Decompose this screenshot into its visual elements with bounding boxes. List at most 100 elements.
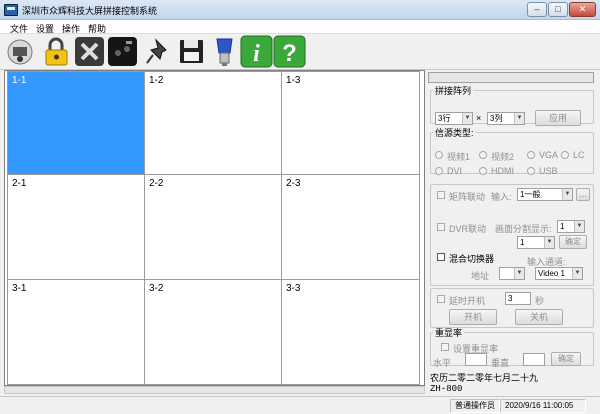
split-display-label: 画面分割显示: — [495, 224, 552, 234]
dvr-confirm-button[interactable]: 确定 — [559, 235, 587, 249]
chevron-down-icon: ▼ — [514, 268, 524, 279]
matrix-link-label: 矩阵联动 — [449, 192, 486, 202]
remote-icon[interactable] — [106, 35, 139, 68]
vertical-input[interactable] — [523, 353, 545, 366]
set-refresh-checkbox[interactable] — [441, 343, 449, 351]
cols-value: 3列 — [490, 114, 503, 123]
toolbar: i ? — [0, 34, 600, 70]
grid-cell-3-1[interactable]: 3-1 — [7, 279, 145, 385]
splice-array-title: 拼接阵列 — [435, 86, 472, 96]
dvr-link-label: DVR联动 — [449, 224, 487, 234]
hybrid-switcher-checkbox[interactable] — [437, 253, 445, 261]
delay-power-checkbox[interactable] — [437, 295, 445, 303]
cols-select[interactable]: 3列 ▼ — [487, 112, 525, 125]
horizontal-label: 水平 — [433, 358, 452, 368]
linkage-group: 矩阵联动 输入: 1一般 ▼ ... DVR联动 画面分割显示: 1 ▼ 1 ▼ 确定… — [430, 184, 594, 286]
cell-label: 1-3 — [286, 75, 301, 86]
dvr-channel-value: 1 — [520, 238, 525, 247]
refresh-rate-group: 重显率 设置重显率 水平 垂直 确定 — [430, 326, 594, 368]
seconds-unit-label: 秒 — [535, 296, 545, 306]
horizontal-scrollbar[interactable] — [4, 386, 425, 394]
matrix-link-checkbox[interactable] — [437, 191, 445, 199]
grid-cell-2-2[interactable]: 2-2 — [144, 174, 282, 280]
grid-cell-2-1[interactable]: 2-1 — [7, 174, 145, 280]
delay-power-group: 延时开机 3 秒 开机 关机 — [430, 288, 594, 328]
connect-icon[interactable] — [4, 35, 37, 68]
title-bar: 深圳市众辉科技大屏拼接控制系统 – □ ✕ — [0, 0, 600, 20]
source-type-group: 信源类型: 视频1 视频2 VGA LC DVI HDMI USB — [430, 126, 594, 176]
power-off-button[interactable]: 关机 — [515, 309, 563, 325]
minimize-button[interactable]: – — [527, 2, 547, 17]
grid-cell-1-1[interactable]: 1-1 — [7, 71, 145, 175]
serial-port-icon[interactable] — [208, 35, 241, 68]
grid-cell-1-2[interactable]: 1-2 — [144, 71, 282, 175]
save-icon[interactable] — [175, 35, 208, 68]
input-label: 输入: — [491, 192, 512, 202]
cell-label: 2-2 — [149, 178, 164, 189]
cell-label: 2-1 — [12, 178, 27, 189]
radio-lc[interactable] — [561, 151, 569, 159]
status-bar: 普通操作员 2020/9/16 11:00:05 — [0, 396, 600, 414]
rows-select[interactable]: 3行 ▼ — [435, 112, 473, 125]
grid-cell-3-2[interactable]: 3-2 — [144, 279, 282, 385]
grid-cell-2-3[interactable]: 2-3 — [281, 174, 420, 280]
dvr-link-checkbox[interactable] — [437, 223, 445, 231]
help-icon[interactable]: ? — [273, 35, 306, 68]
input-channel-select[interactable]: Video 1 ▼ — [535, 267, 583, 280]
tools-icon[interactable] — [73, 35, 106, 68]
status-datetime: 2020/9/16 11:00:05 — [500, 399, 586, 413]
source-vga-label: VGA — [539, 150, 559, 160]
input-value: 1一般 — [520, 190, 541, 199]
app-icon — [4, 4, 18, 16]
cell-label: 2-3 — [286, 178, 301, 189]
refresh-rate-title: 重显率 — [435, 328, 463, 338]
input-channel-value: Video 1 — [538, 269, 565, 278]
cell-label: 1-1 — [12, 75, 27, 86]
radio-hdmi[interactable] — [479, 167, 487, 175]
input-more-button[interactable]: ... — [576, 188, 590, 201]
cell-label: 1-2 — [149, 75, 164, 86]
source-dvi-label: DVI — [447, 166, 463, 176]
chevron-down-icon: ▼ — [544, 237, 554, 248]
delay-seconds-input[interactable]: 3 — [505, 292, 531, 305]
chevron-down-icon: ▼ — [562, 189, 572, 200]
chevron-down-icon: ▼ — [514, 113, 524, 124]
horizontal-input[interactable] — [465, 353, 487, 366]
chevron-down-icon: ▼ — [572, 268, 582, 279]
delay-power-label: 延时开机 — [449, 296, 486, 306]
radio-usb[interactable] — [527, 167, 535, 175]
power-on-button[interactable]: 开机 — [449, 309, 497, 325]
address-label: 地址 — [471, 271, 490, 281]
progress-bar — [428, 72, 594, 83]
split-select[interactable]: 1 ▼ — [557, 220, 585, 233]
svg-text:?: ? — [282, 40, 297, 67]
chevron-down-icon: ▼ — [574, 221, 584, 232]
apply-button[interactable]: 应用 — [535, 110, 581, 126]
input-select[interactable]: 1一般 ▼ — [517, 188, 573, 201]
refresh-confirm-button[interactable]: 确定 — [551, 352, 581, 366]
splice-array-group: 拼接阵列 3行 ▼ × 3列 ▼ 应用 — [430, 84, 594, 126]
info-icon[interactable]: i — [240, 35, 273, 68]
radio-video2[interactable] — [479, 151, 487, 159]
address-select[interactable]: ▼ — [499, 267, 525, 280]
svg-text:i: i — [253, 41, 260, 67]
maximize-button[interactable]: □ — [548, 2, 568, 17]
source-type-title: 信源类型: — [435, 128, 474, 138]
menu-bar: 文件 设置 操作 帮助 — [0, 20, 600, 34]
hybrid-switcher-label: 混合切换器 — [449, 254, 495, 264]
source-video1-label: 视频1 — [447, 152, 471, 162]
lock-icon[interactable] — [40, 35, 73, 68]
grid-cell-3-3[interactable]: 3-3 — [281, 279, 420, 385]
chevron-down-icon: ▼ — [462, 113, 472, 124]
model-label: ZH-800 — [430, 384, 463, 394]
source-lc-label: LC — [573, 150, 585, 160]
grid-cell-1-3[interactable]: 1-3 — [281, 71, 420, 175]
screen-grid: 1-1 1-2 1-3 2-1 2-2 2-3 3-1 3-2 3-3 — [4, 70, 425, 386]
close-button[interactable]: ✕ — [569, 2, 596, 17]
radio-dvi[interactable] — [435, 167, 443, 175]
radio-vga[interactable] — [527, 151, 535, 159]
pin-icon[interactable] — [142, 35, 175, 68]
radio-video1[interactable] — [435, 151, 443, 159]
window-title: 深圳市众辉科技大屏拼接控制系统 — [22, 6, 158, 16]
dvr-channel-select[interactable]: 1 ▼ — [517, 236, 555, 249]
